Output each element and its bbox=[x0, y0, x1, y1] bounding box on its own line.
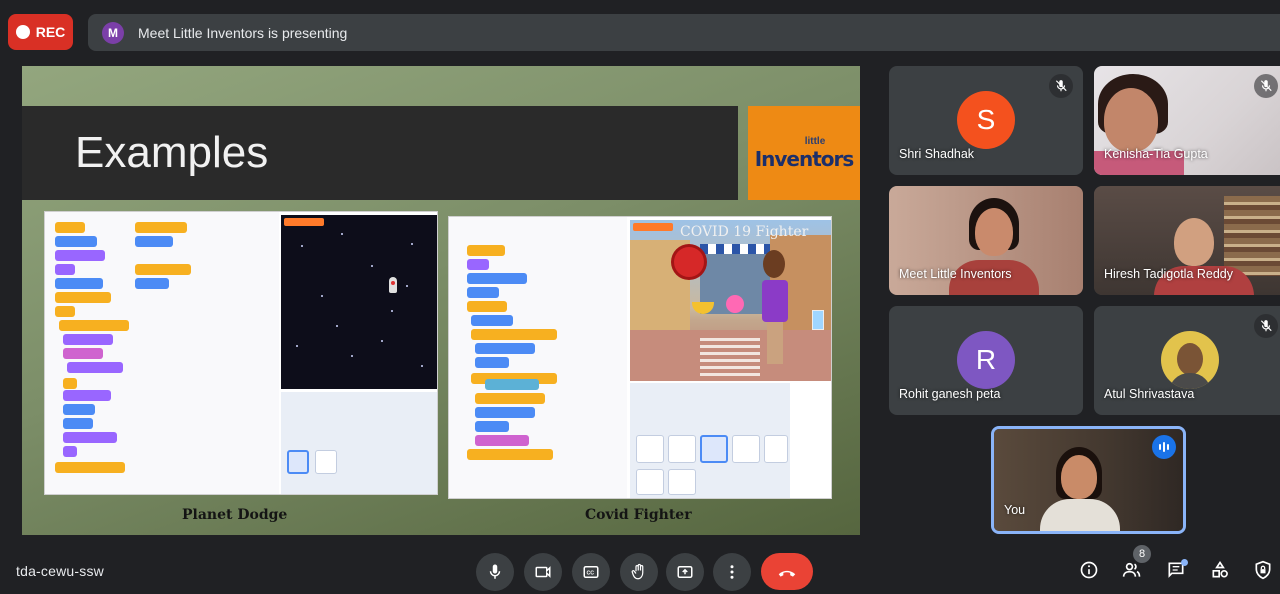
activities-icon bbox=[1212, 560, 1228, 578]
participant-name: Meet Little Inventors bbox=[899, 267, 1012, 281]
profile-photo bbox=[1161, 331, 1219, 389]
sprite-thumb[interactable] bbox=[700, 435, 728, 463]
girl-sprite-legs bbox=[767, 322, 783, 364]
sprite-thumb[interactable] bbox=[636, 435, 664, 463]
meeting-code: tda-cewu-ssw bbox=[16, 563, 104, 579]
end-call-icon bbox=[778, 570, 796, 577]
participant-name: Rohit ganesh peta bbox=[899, 387, 1001, 401]
logo-inventors-text: Inventors bbox=[754, 146, 855, 171]
rocket-sprite bbox=[389, 277, 397, 293]
raise-hand-button[interactable] bbox=[620, 553, 658, 591]
participant-tile-meet-little-inventors[interactable]: Meet Little Inventors bbox=[889, 186, 1083, 295]
girl-sprite-head bbox=[763, 250, 785, 278]
game-stage: COVID 19 Fighter bbox=[630, 220, 831, 381]
score-display bbox=[284, 218, 324, 226]
example-planet-dodge bbox=[44, 211, 438, 495]
example2-caption: Covid Fighter bbox=[585, 507, 692, 523]
rec-label: REC bbox=[35, 24, 66, 40]
participant-tile-hiresh[interactable]: Hiresh Tadigotla Reddy bbox=[1094, 186, 1280, 295]
speaking-indicator-icon bbox=[1152, 435, 1176, 459]
people-count-badge: 8 bbox=[1133, 545, 1151, 563]
example1-caption: Planet Dodge bbox=[182, 507, 288, 523]
game-stage bbox=[281, 215, 437, 389]
sprite-thumb[interactable] bbox=[287, 450, 309, 474]
microphone-button[interactable] bbox=[476, 553, 514, 591]
avatar: S bbox=[957, 91, 1015, 149]
slide-title: Examples bbox=[75, 128, 269, 177]
presenting-banner: M Meet Little Inventors is presenting bbox=[88, 14, 1280, 51]
hand-icon bbox=[631, 563, 644, 580]
sprite-panel bbox=[281, 392, 437, 494]
microphone-icon bbox=[489, 564, 501, 579]
sprite-thumb[interactable] bbox=[668, 469, 696, 495]
sanitizer-sprite bbox=[726, 295, 744, 313]
sprite-thumb[interactable] bbox=[764, 435, 788, 463]
sprite-thumb[interactable] bbox=[668, 435, 696, 463]
chat-notification-dot bbox=[1181, 559, 1188, 566]
leave-call-button[interactable] bbox=[761, 553, 813, 590]
mic-off-icon bbox=[1254, 74, 1278, 98]
participant-tile-kenisha[interactable]: Kenisha-Tia Gupta bbox=[1094, 66, 1280, 175]
closed-captions-icon: CC bbox=[583, 566, 599, 578]
participant-name: You bbox=[1004, 503, 1026, 517]
people-icon bbox=[1122, 562, 1141, 577]
code-area bbox=[45, 212, 279, 494]
sprite-thumb[interactable] bbox=[636, 469, 664, 495]
more-vertical-icon bbox=[730, 565, 734, 579]
camera-button[interactable] bbox=[524, 553, 562, 591]
participant-tile-rohit[interactable]: R Rohit ganesh peta bbox=[889, 306, 1083, 415]
activities-button[interactable] bbox=[1208, 558, 1232, 582]
sprite-thumb[interactable] bbox=[315, 450, 337, 474]
participant-name: Kenisha-Tia Gupta bbox=[1104, 147, 1208, 161]
shared-presentation: Examples little Inventors COVID 19 Fight… bbox=[22, 66, 860, 535]
shield-lock-icon bbox=[1255, 560, 1271, 580]
mic-off-icon bbox=[1254, 314, 1278, 338]
meeting-details-button[interactable] bbox=[1077, 558, 1101, 582]
participant-tile-shri[interactable]: S Shri Shadhak bbox=[889, 66, 1083, 175]
mic-off-icon bbox=[1049, 74, 1073, 98]
host-controls-button[interactable] bbox=[1251, 558, 1275, 582]
score-display bbox=[633, 223, 673, 231]
avatar: R bbox=[957, 331, 1015, 389]
recording-indicator[interactable]: REC bbox=[8, 14, 73, 50]
game-title: COVID 19 Fighter bbox=[680, 224, 809, 240]
present-button[interactable] bbox=[666, 553, 704, 591]
little-inventors-logo: little Inventors bbox=[748, 106, 860, 200]
cup-sprite bbox=[812, 310, 824, 330]
slide-title-bar: Examples bbox=[22, 106, 738, 200]
info-icon bbox=[1080, 561, 1098, 579]
svg-text:CC: CC bbox=[587, 571, 595, 577]
sprite-thumb[interactable] bbox=[732, 435, 760, 463]
participant-name: Hiresh Tadigotla Reddy bbox=[1104, 267, 1234, 281]
logo-little-text: little bbox=[804, 135, 826, 147]
sprite-panel bbox=[630, 383, 790, 498]
participant-name: Atul Shrivastava bbox=[1104, 387, 1195, 401]
captions-button[interactable]: CC bbox=[572, 553, 610, 591]
presenting-text: Meet Little Inventors is presenting bbox=[138, 24, 348, 41]
participant-tile-atul[interactable]: Atul Shrivastava bbox=[1094, 306, 1280, 415]
record-icon bbox=[15, 25, 30, 39]
code-area bbox=[449, 217, 627, 498]
video-camera-icon bbox=[535, 566, 551, 578]
presenter-avatar: M bbox=[102, 21, 124, 44]
virus-sprite bbox=[674, 247, 704, 277]
present-screen-icon bbox=[677, 566, 693, 578]
girl-sprite-body bbox=[762, 280, 788, 322]
self-video-tile[interactable]: You bbox=[991, 426, 1186, 534]
participant-name: Shri Shadhak bbox=[899, 147, 975, 161]
example-covid-fighter: COVID 19 Fighter bbox=[448, 216, 832, 499]
more-options-button[interactable] bbox=[713, 553, 751, 591]
